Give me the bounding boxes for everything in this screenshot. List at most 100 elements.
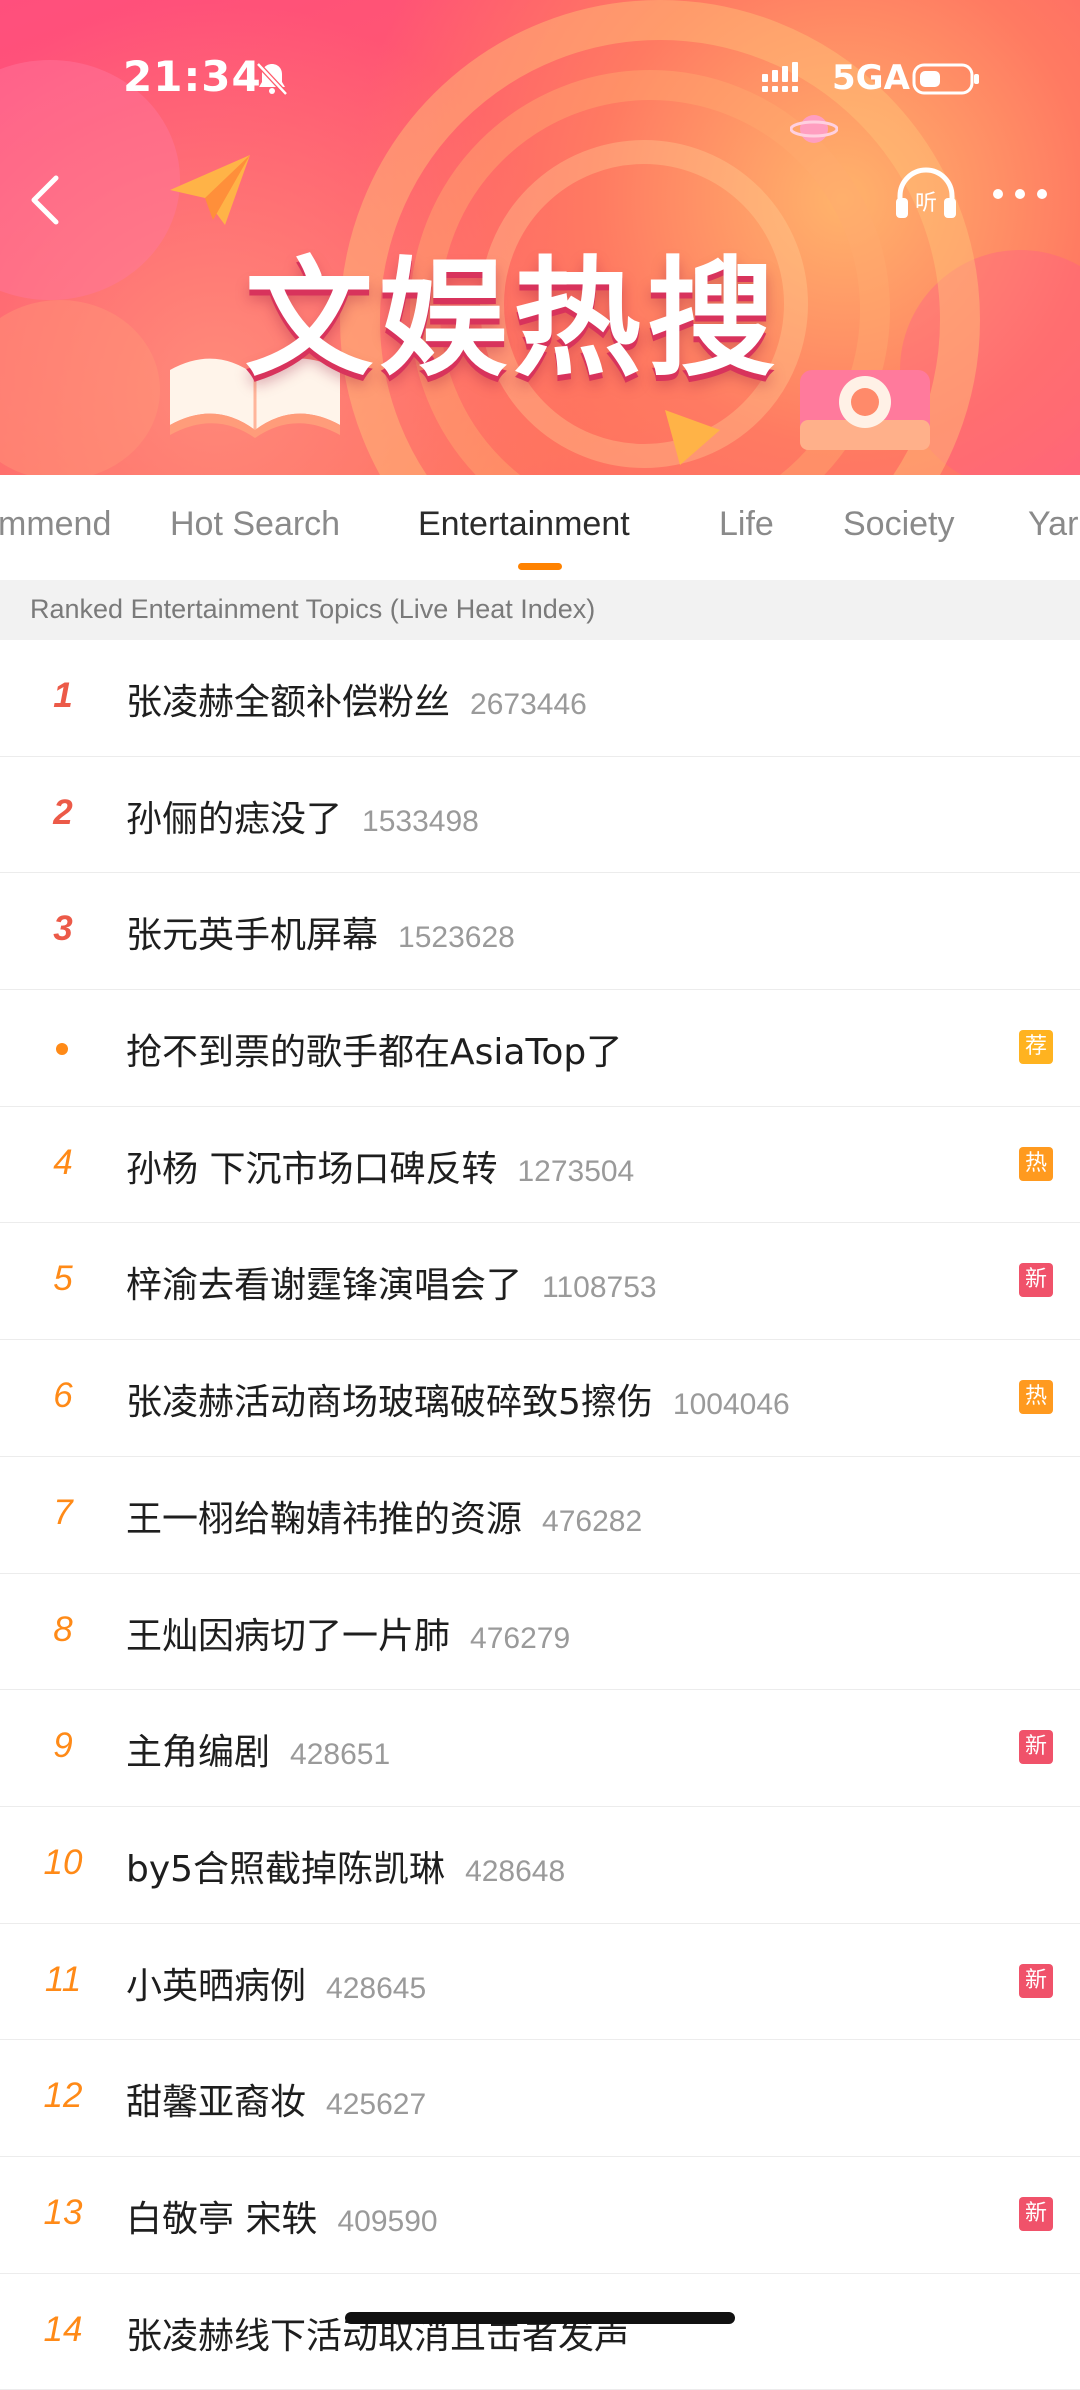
rank-number: 1 [53, 676, 73, 715]
rank-number: 12 [43, 2076, 83, 2116]
topic-line: 白敬亭 宋轶 409590 [126, 2190, 438, 2242]
topic-line: 孙杨 下沉市场口碑反转 1273504 [126, 1140, 634, 1192]
topic-line: 张凌赫活动商场玻璃破碎致5擦伤 1004046 [126, 1373, 790, 1425]
topic-badge: 荐 [1019, 1030, 1053, 1065]
rank-number: 4 [53, 1142, 73, 1182]
rank-number: 5 [53, 1259, 73, 1299]
tab-entertainment[interactable]: Entertainment [418, 505, 630, 544]
list-item[interactable]: 1 张凌赫全额补偿粉丝 2673446 [0, 640, 1080, 757]
more-options-icon[interactable] [990, 182, 1050, 206]
heat-value: 409590 [337, 2204, 438, 2238]
rank-number: 13 [43, 2192, 83, 2232]
topic-title[interactable]: 孙杨 下沉市场口碑反转 [126, 1149, 497, 1190]
tab-hot-search[interactable]: Hot Search [170, 505, 340, 544]
list-item[interactable]: 9 主角编剧 428651 新 [0, 1690, 1080, 1807]
heat-value: 2673446 [470, 688, 587, 721]
heat-value: 1273504 [517, 1154, 635, 1188]
tab-recommend[interactable]: mmend [0, 505, 111, 544]
decor-blob [0, 300, 160, 475]
topic-title[interactable]: 白敬亭 宋轶 [126, 2199, 317, 2240]
list-item[interactable]: 4 孙杨 下沉市场口碑反转 1273504 热 [0, 1107, 1080, 1224]
list-item[interactable]: 抢不到票的歌手都在AsiaTop了 荐 [0, 990, 1080, 1107]
heat-value: 1533498 [362, 804, 479, 838]
planet-decor [790, 115, 838, 143]
topic-title[interactable]: 孙俪的痣没了 [126, 799, 342, 840]
list-item[interactable]: 2 孙俪的痣没了 1533498 [0, 757, 1080, 874]
topic-line: 小英晒病例 428645 [126, 1957, 426, 2009]
heat-value: 1004046 [672, 1388, 790, 1422]
list-item[interactable]: 13 白敬亭 宋轶 409590 新 [0, 2157, 1080, 2274]
category-tabs: mmend Hot Search Entertainment Life Soci… [0, 475, 1080, 580]
network-label: 5GA [832, 58, 910, 98]
tab-overflow[interactable]: Yar [1028, 505, 1078, 544]
topic-title[interactable]: by5合照截掉陈凯琳 [126, 1849, 445, 1890]
hot-topic-list: 1 张凌赫全额补偿粉丝 2673446 2 孙俪的痣没了 1533498 3 张元英手机屏幕 1… [0, 640, 1080, 2390]
topic-badge: 新 [1019, 1730, 1053, 1765]
rank-number: 14 [43, 2309, 83, 2349]
heat-value: 1108753 [542, 1271, 657, 1305]
list-item[interactable]: 6 张凌赫活动商场玻璃破碎致5擦伤 1004046 热 [0, 1340, 1080, 1457]
topic-title[interactable]: 主角编剧 [126, 1732, 270, 1773]
heat-value: 476279 [470, 1621, 571, 1655]
heat-value: 476282 [542, 1504, 643, 1538]
topic-line: 抢不到票的歌手都在AsiaTop了 [126, 1023, 622, 1075]
topic-badge: 热 [1019, 1380, 1053, 1415]
back-arrow-icon[interactable] [22, 170, 66, 230]
topic-title[interactable]: 张凌赫活动商场玻璃破碎致5擦伤 [126, 1382, 653, 1423]
topic-line: 张凌赫全额补偿粉丝 2673446 [126, 673, 587, 725]
topic-title[interactable]: 张元英手机屏幕 [126, 915, 378, 956]
topic-title[interactable]: 梓渝去看谢霆锋演唱会了 [126, 1265, 522, 1306]
topic-line: 王一栩给鞠婧祎推的资源 476282 [126, 1490, 642, 1542]
list-item[interactable]: 3 张元英手机屏幕 1523628 [0, 873, 1080, 991]
topic-title[interactable]: 王一栩给鞠婧祎推的资源 [126, 1499, 522, 1540]
paper-plane-decor [170, 155, 250, 225]
topic-title[interactable]: 甜馨亚裔妆 [126, 2082, 306, 2123]
header-banner: 21:34 5GA 听 文娱热搜 [0, 0, 1080, 475]
topic-title[interactable]: 抢不到票的歌手都在AsiaTop了 [126, 1032, 622, 1073]
banner-title: 文娱热搜 [245, 245, 782, 394]
listen-headphones-icon[interactable]: 听 [892, 164, 960, 224]
list-item[interactable]: 5 梓渝去看谢霆锋演唱会了 1108753 新 [0, 1223, 1080, 1341]
topic-line: 王灿因病切了一片肺 476279 [126, 1607, 570, 1659]
camera-decor [800, 370, 930, 450]
topic-line: 孙俪的痣没了 1533498 [126, 790, 479, 842]
rank-number: 8 [53, 1609, 73, 1649]
topic-line: 主角编剧 428651 [126, 1723, 390, 1775]
battery-icon [912, 63, 979, 95]
tab-society[interactable]: Society [843, 505, 955, 544]
list-item[interactable]: 7 王一栩给鞠婧祎推的资源 476282 [0, 1457, 1080, 1574]
rank-number: 9 [53, 1726, 73, 1766]
topic-badge: 热 [1019, 1146, 1053, 1181]
heat-value: 428651 [290, 1738, 391, 1772]
active-tab-indicator [518, 563, 562, 570]
topic-line: by5合照截掉陈凯琳 428648 [126, 1840, 565, 1892]
rank-number: 11 [44, 1959, 82, 1999]
topic-title[interactable]: 小英晒病例 [126, 1966, 306, 2007]
svg-text:听: 听 [915, 191, 937, 216]
topic-title[interactable]: 张凌赫全额补偿粉丝 [126, 682, 450, 723]
rank-number: 2 [53, 792, 73, 832]
list-item[interactable]: 8 王灿因病切了一片肺 476279 [0, 1574, 1080, 1691]
topic-line: 甜馨亚裔妆 425627 [126, 2073, 426, 2125]
heat-value: 1523628 [398, 921, 515, 955]
list-item[interactable]: 14 张凌赫线下活动取消且击者发声 [0, 2274, 1080, 2390]
list-item[interactable]: 11 小英晒病例 428645 新 [0, 1924, 1080, 2041]
heat-value: 425627 [326, 2088, 427, 2122]
heat-value: 428645 [326, 1971, 427, 2005]
list-item[interactable]: 12 甜馨亚裔妆 425627 [0, 2040, 1080, 2157]
topic-line: 梓渝去看谢霆锋演唱会了 1108753 [126, 1256, 657, 1308]
status-bar: 21:34 5GA [0, 0, 1080, 150]
heat-value: 428648 [465, 1854, 566, 1888]
rank-number: 3 [53, 909, 73, 949]
mute-bell-icon [256, 62, 288, 96]
rank-number: 7 [53, 1492, 73, 1532]
topic-badge: 新 [1019, 2196, 1053, 2231]
promoted-dot-icon [56, 1043, 68, 1056]
topic-badge: 新 [1019, 1963, 1053, 1998]
signal-icon [762, 62, 798, 92]
tab-life[interactable]: Life [719, 505, 774, 544]
home-indicator[interactable] [345, 2312, 735, 2324]
section-header: Ranked Entertainment Topics (Live Heat I… [0, 580, 1080, 640]
list-item[interactable]: 10 by5合照截掉陈凯琳 428648 [0, 1807, 1080, 1924]
topic-title[interactable]: 王灿因病切了一片肺 [126, 1616, 450, 1657]
